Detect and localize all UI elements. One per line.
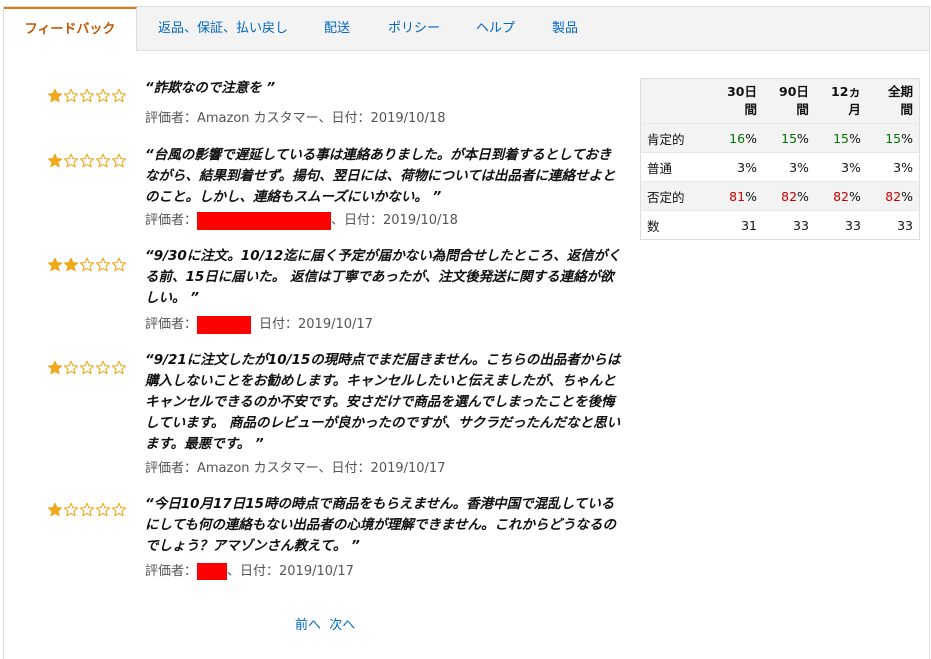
review-meta-prefix: 評価者：Amazon カスタマー、日付：2019/10/18 xyxy=(145,111,446,126)
stats-header-all: 全期間 xyxy=(866,78,920,124)
review-meta-suffix: 日付：2019/10/17 xyxy=(259,317,373,332)
review-meta-prefix: 評価者： xyxy=(145,213,198,228)
review-text: “今日10月17日15時の時点で商品をもらえません。香港中国で混乱しているにして… xyxy=(145,496,617,554)
stats-label: 否定的 xyxy=(640,181,711,211)
star-empty-icon xyxy=(79,502,95,518)
star-filled-icon xyxy=(47,502,63,518)
review-text: “9/21に注文したが10/15の現時点でまだ届きません。こちらの出品者からは購… xyxy=(145,352,621,452)
review-meta: 評価者： 日付：2019/10/17 xyxy=(145,313,373,334)
review-meta: 評価者：Amazon カスタマー、日付：2019/10/17 xyxy=(145,457,445,476)
stats-cell: 82% xyxy=(814,181,867,211)
stats-cell: 16% xyxy=(711,123,763,153)
stats-header-blank xyxy=(640,78,711,124)
review-meta-prefix: 評価者： xyxy=(145,564,198,579)
stats-cell: 3% xyxy=(814,152,867,182)
star-empty-icon xyxy=(63,360,79,376)
tab-shipping[interactable]: 配送 xyxy=(324,7,350,50)
tab-policy[interactable]: ポリシー xyxy=(388,7,440,50)
star-filled-icon xyxy=(63,257,79,273)
stats-row-negative: 否定的 81% 82% 82% 82% xyxy=(640,181,920,211)
star-empty-icon xyxy=(111,502,127,518)
star-empty-icon xyxy=(111,360,127,376)
stats-label: 数 xyxy=(640,210,711,240)
review-meta: 評価者：Amazon カスタマー、日付：2019/10/18 xyxy=(145,107,445,126)
star-rating xyxy=(47,257,127,273)
redaction-box xyxy=(197,563,228,580)
star-rating xyxy=(47,360,127,376)
review-meta-prefix: 評価者：Amazon カスタマー、日付：2019/10/17 xyxy=(145,461,446,476)
review-text: “詐欺なので注意を ” xyxy=(145,80,276,96)
review-meta-prefix: 評価者： xyxy=(145,317,198,332)
star-empty-icon xyxy=(63,153,79,169)
stats-header-30d: 30日間 xyxy=(711,78,763,124)
star-empty-icon xyxy=(79,257,95,273)
tab-feedback[interactable]: フィードバック xyxy=(4,7,137,51)
star-rating xyxy=(47,502,127,518)
star-empty-icon xyxy=(79,153,95,169)
star-empty-icon xyxy=(111,257,127,273)
review-text: “台風の影響で遅延している事は連絡ありました。が本日到着するとしておきながら、結… xyxy=(145,147,616,205)
tab-help[interactable]: ヘルプ xyxy=(476,7,515,50)
tab-products[interactable]: 製品 xyxy=(552,7,578,50)
stats-cell: 3% xyxy=(866,152,920,182)
rating-stats-table: 30日間 90日間 12ヵ月 全期間 肯定的 16% 15% 15% 15% 普… xyxy=(640,78,920,240)
star-rating xyxy=(47,153,127,169)
stats-cell: 33 xyxy=(762,210,815,240)
stats-row-count: 数 31 33 33 33 xyxy=(640,210,920,240)
review-text: “9/30に注文。10/12迄に届く予定が届かない為問合せしたところ、返信がくる… xyxy=(145,248,621,306)
tab-returns[interactable]: 返品、保証、払い戻し xyxy=(158,7,288,50)
star-empty-icon xyxy=(95,153,111,169)
star-filled-icon xyxy=(47,153,63,169)
prev-page-link[interactable]: 前へ xyxy=(295,618,321,633)
stats-cell: 81% xyxy=(711,181,763,211)
pagination: 前へ 次へ xyxy=(295,614,355,633)
star-rating xyxy=(47,88,127,104)
stats-cell: 3% xyxy=(762,152,815,182)
stats-label: 肯定的 xyxy=(640,123,711,153)
review-meta-suffix: 、日付：2019/10/18 xyxy=(331,213,458,228)
stats-cell: 15% xyxy=(814,123,867,153)
stats-row-positive: 肯定的 16% 15% 15% 15% xyxy=(640,123,920,153)
stats-cell: 33 xyxy=(814,210,867,240)
stats-cell: 15% xyxy=(762,123,815,153)
star-empty-icon xyxy=(79,88,95,104)
star-empty-icon xyxy=(95,257,111,273)
redaction-box xyxy=(197,315,252,334)
star-empty-icon xyxy=(63,502,79,518)
star-filled-icon xyxy=(47,360,63,376)
star-filled-icon xyxy=(47,88,63,104)
redaction-box xyxy=(197,211,332,230)
stats-cell: 31 xyxy=(711,210,763,240)
stats-cell: 15% xyxy=(866,123,920,153)
next-page-link[interactable]: 次へ xyxy=(329,618,355,633)
review-meta: 評価者： 、日付：2019/10/18 xyxy=(145,209,458,230)
star-empty-icon xyxy=(79,360,95,376)
review-meta: 評価者： 、日付：2019/10/17 xyxy=(145,560,354,580)
stats-cell: 3% xyxy=(711,152,763,182)
stats-cell: 82% xyxy=(866,181,920,211)
stats-cell: 33 xyxy=(866,210,920,240)
star-empty-icon xyxy=(111,88,127,104)
tab-bar: フィードバック 返品、保証、払い戻し 配送 ポリシー ヘルプ 製品 xyxy=(4,7,929,51)
stats-header-12m: 12ヵ月 xyxy=(814,78,867,124)
star-empty-icon xyxy=(95,502,111,518)
star-empty-icon xyxy=(95,360,111,376)
stats-header-90d: 90日間 xyxy=(762,78,815,124)
star-empty-icon xyxy=(95,88,111,104)
stats-row-neutral: 普通 3% 3% 3% 3% xyxy=(640,152,920,182)
stats-cell: 82% xyxy=(762,181,815,211)
star-empty-icon xyxy=(63,88,79,104)
star-filled-icon xyxy=(47,257,63,273)
review-meta-suffix: 、日付：2019/10/17 xyxy=(227,564,354,579)
star-empty-icon xyxy=(111,153,127,169)
stats-label: 普通 xyxy=(640,152,711,182)
